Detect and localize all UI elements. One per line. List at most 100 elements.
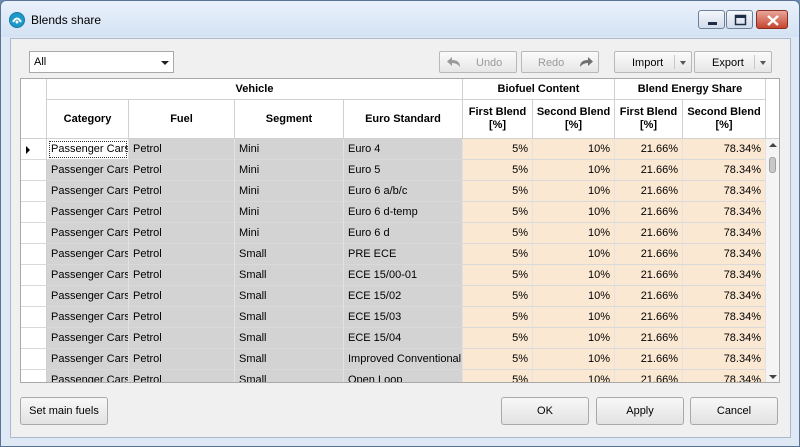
scroll-thumb[interactable]	[769, 157, 776, 173]
minimize-button[interactable]	[698, 10, 725, 29]
cell-second-blend-energy[interactable]: 78.34%	[683, 160, 766, 181]
cell-first-blend-content[interactable]: 5%	[463, 223, 533, 244]
row-indicator[interactable]	[21, 223, 47, 244]
table-row[interactable]: Passenger Cars Petrol Small Open Loop 5% 10% 2…	[21, 370, 779, 382]
cell-category[interactable]: Passenger Cars	[47, 307, 129, 328]
row-indicator[interactable]	[21, 139, 47, 160]
cell-second-blend-content[interactable]: 10%	[533, 307, 615, 328]
column-header-segment[interactable]: Segment	[235, 100, 344, 139]
cell-fuel[interactable]: Petrol	[129, 265, 235, 286]
cell-second-blend-energy[interactable]: 78.34%	[683, 244, 766, 265]
cell-first-blend-content[interactable]: 5%	[463, 202, 533, 223]
cell-first-blend-content[interactable]: 5%	[463, 370, 533, 382]
cell-fuel[interactable]: Petrol	[129, 370, 235, 382]
undo-button[interactable]: Undo	[439, 51, 517, 73]
cell-second-blend-energy[interactable]: 78.34%	[683, 202, 766, 223]
cell-second-blend-content[interactable]: 10%	[533, 265, 615, 286]
cell-first-blend-content[interactable]: 5%	[463, 160, 533, 181]
cell-second-blend-content[interactable]: 10%	[533, 181, 615, 202]
column-header-first-blend-energy[interactable]: First Blend [%]	[615, 100, 683, 139]
cell-fuel[interactable]: Petrol	[129, 202, 235, 223]
column-header-category[interactable]: Category	[47, 100, 129, 139]
close-button[interactable]	[756, 10, 788, 29]
table-row[interactable]: Passenger Cars Petrol Small Improved Conven…	[21, 349, 779, 370]
cell-segment[interactable]: Small	[235, 349, 344, 370]
cell-first-blend-content[interactable]: 5%	[463, 265, 533, 286]
cell-euro-standard[interactable]: ECE 15/04	[344, 328, 463, 349]
cell-second-blend-energy[interactable]: 78.34%	[683, 139, 766, 160]
import-button[interactable]: Import	[614, 51, 692, 73]
cell-fuel[interactable]: Petrol	[129, 286, 235, 307]
set-main-fuels-button[interactable]: Set main fuels	[20, 397, 108, 425]
redo-button[interactable]: Redo	[521, 51, 599, 73]
cell-second-blend-energy[interactable]: 78.34%	[683, 328, 766, 349]
cell-segment[interactable]: Small	[235, 307, 344, 328]
cell-first-blend-energy[interactable]: 21.66%	[615, 244, 683, 265]
cell-second-blend-energy[interactable]: 78.34%	[683, 286, 766, 307]
column-header-second-blend-content[interactable]: Second Blend [%]	[533, 100, 615, 139]
cell-first-blend-energy[interactable]: 21.66%	[615, 370, 683, 382]
cell-second-blend-content[interactable]: 10%	[533, 328, 615, 349]
cell-first-blend-content[interactable]: 5%	[463, 139, 533, 160]
row-indicator[interactable]	[21, 244, 47, 265]
cell-euro-standard[interactable]: Euro 4	[344, 139, 463, 160]
cell-fuel[interactable]: Petrol	[129, 244, 235, 265]
table-row[interactable]: Passenger Cars Petrol Small ECE 15/03 5% 10% 2…	[21, 307, 779, 328]
cell-euro-standard[interactable]: Euro 6 d-temp	[344, 202, 463, 223]
cell-euro-standard[interactable]: Improved Conventional	[344, 349, 463, 370]
row-indicator[interactable]	[21, 265, 47, 286]
cell-first-blend-energy[interactable]: 21.66%	[615, 202, 683, 223]
cell-category[interactable]: Passenger Cars	[47, 286, 129, 307]
cell-fuel[interactable]: Petrol	[129, 223, 235, 244]
cell-first-blend-energy[interactable]: 21.66%	[615, 160, 683, 181]
row-indicator[interactable]	[21, 160, 47, 181]
cell-category[interactable]: Passenger Cars	[47, 202, 129, 223]
cell-first-blend-energy[interactable]: 21.66%	[615, 181, 683, 202]
cell-category[interactable]: Passenger Cars	[47, 223, 129, 244]
table-row[interactable]: Passenger Cars Petrol Mini Euro 6 a/b/c 5% 10…	[21, 181, 779, 202]
table-row[interactable]: Passenger Cars Petrol Mini Euro 6 d-temp 5% 1…	[21, 202, 779, 223]
cell-category[interactable]: Passenger Cars	[47, 328, 129, 349]
cell-euro-standard[interactable]: ECE 15/02	[344, 286, 463, 307]
table-row[interactable]: Passenger Cars Petrol Mini Euro 6 d 5% 10% 21.…	[21, 223, 779, 244]
row-indicator[interactable]	[21, 349, 47, 370]
cell-category[interactable]: Passenger Cars	[47, 349, 129, 370]
cell-segment[interactable]: Small	[235, 286, 344, 307]
cell-first-blend-energy[interactable]: 21.66%	[615, 139, 683, 160]
table-row[interactable]: Passenger Cars Petrol Small PRE ECE 5% 10% 21.…	[21, 244, 779, 265]
cell-second-blend-content[interactable]: 10%	[533, 370, 615, 382]
cell-first-blend-content[interactable]: 5%	[463, 349, 533, 370]
cell-segment[interactable]: Small	[235, 328, 344, 349]
cell-fuel[interactable]: Petrol	[129, 349, 235, 370]
cell-segment[interactable]: Mini	[235, 223, 344, 244]
table-row[interactable]: Passenger Cars Petrol Small ECE 15/00-01 5% 1…	[21, 265, 779, 286]
cell-category[interactable]: Passenger Cars	[47, 160, 129, 181]
cell-euro-standard[interactable]: Euro 5	[344, 160, 463, 181]
cell-segment[interactable]: Mini	[235, 160, 344, 181]
cell-first-blend-energy[interactable]: 21.66%	[615, 265, 683, 286]
cell-euro-standard[interactable]: Open Loop	[344, 370, 463, 382]
cell-second-blend-content[interactable]: 10%	[533, 160, 615, 181]
cell-second-blend-energy[interactable]: 78.34%	[683, 265, 766, 286]
cell-euro-standard[interactable]: PRE ECE	[344, 244, 463, 265]
cell-euro-standard[interactable]: Euro 6 d	[344, 223, 463, 244]
cell-euro-standard[interactable]: Euro 6 a/b/c	[344, 181, 463, 202]
column-header-first-blend-content[interactable]: First Blend [%]	[463, 100, 533, 139]
cell-first-blend-energy[interactable]: 21.66%	[615, 349, 683, 370]
scroll-up-icon[interactable]	[769, 143, 777, 147]
cell-second-blend-content[interactable]: 10%	[533, 202, 615, 223]
column-header-fuel[interactable]: Fuel	[129, 100, 235, 139]
table-row[interactable]: Passenger Cars Petrol Mini Euro 4 5% 10% 21.66…	[21, 139, 779, 160]
cell-category[interactable]: Passenger Cars	[47, 370, 129, 382]
cell-first-blend-content[interactable]: 5%	[463, 181, 533, 202]
cell-segment[interactable]: Mini	[235, 181, 344, 202]
cell-fuel[interactable]: Petrol	[129, 328, 235, 349]
cell-second-blend-energy[interactable]: 78.34%	[683, 370, 766, 382]
row-indicator[interactable]	[21, 328, 47, 349]
cell-euro-standard[interactable]: ECE 15/00-01	[344, 265, 463, 286]
row-indicator[interactable]	[21, 370, 47, 382]
cell-first-blend-energy[interactable]: 21.66%	[615, 286, 683, 307]
cell-first-blend-content[interactable]: 5%	[463, 328, 533, 349]
row-indicator[interactable]	[21, 286, 47, 307]
cell-category[interactable]: Passenger Cars	[47, 265, 129, 286]
